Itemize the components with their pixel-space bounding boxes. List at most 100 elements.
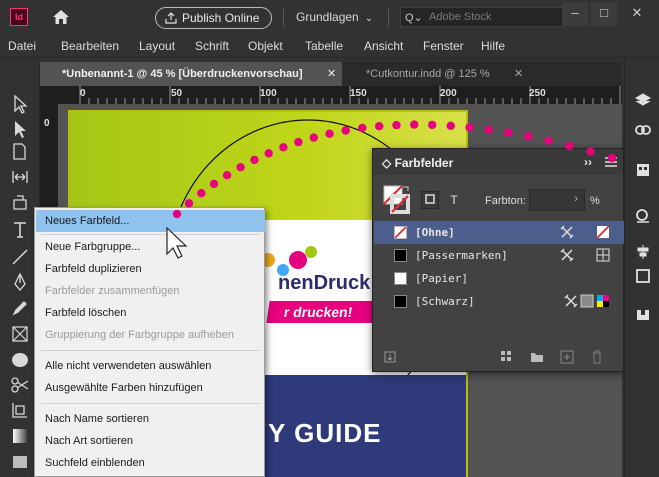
panel-menu-icon[interactable] bbox=[604, 155, 618, 169]
registration-mode-icon bbox=[596, 248, 610, 262]
frame-icon[interactable] bbox=[635, 268, 651, 284]
close-tab-icon[interactable]: ✕ bbox=[514, 62, 523, 86]
new-color-group-icon[interactable] bbox=[530, 350, 544, 364]
menu-datei[interactable]: Datei bbox=[8, 39, 36, 53]
menu-separator bbox=[41, 403, 260, 404]
panel-dock bbox=[624, 58, 659, 477]
non-editable-icon bbox=[564, 294, 578, 308]
format-text-button[interactable]: T bbox=[445, 191, 463, 209]
menu-item-merge-swatches: Farbfelder zusammenfügen bbox=[45, 285, 180, 297]
scissors-tool-icon[interactable] bbox=[10, 375, 30, 395]
collapse-panel-button[interactable]: ›› bbox=[584, 155, 592, 169]
delete-swatch-icon[interactable] bbox=[590, 350, 604, 364]
swatches-panel-header[interactable]: ◇ Farbfelder ›› bbox=[373, 149, 623, 175]
ruler-label: 0 bbox=[44, 118, 50, 129]
search-placeholder: Adobe Stock bbox=[429, 11, 492, 23]
panel-title-text: Farbfelder bbox=[394, 156, 454, 170]
ruler-label: 50 bbox=[171, 88, 183, 99]
links-icon[interactable] bbox=[635, 122, 651, 138]
ruler-label: 100 bbox=[260, 88, 277, 99]
swatch-row-black[interactable]: [Schwarz] bbox=[374, 290, 624, 313]
non-editable-icon bbox=[560, 248, 574, 262]
tab-label: *Unbenannt-1 @ 45 % [Überdruckenvorschau… bbox=[62, 68, 303, 80]
menu-ansicht[interactable]: Ansicht bbox=[364, 39, 403, 53]
view-swatches-icon[interactable] bbox=[500, 350, 514, 364]
menu-bearbeiten[interactable]: Bearbeiten bbox=[61, 39, 119, 53]
publish-online-button[interactable]: Publish Online bbox=[155, 7, 272, 29]
ruler-label: 250 bbox=[529, 88, 546, 99]
layers-icon[interactable] bbox=[635, 92, 651, 108]
menu-objekt[interactable]: Objekt bbox=[248, 39, 283, 53]
tab-unbenannt[interactable]: *Unbenannt-1 @ 45 % [Überdruckenvorschau… bbox=[40, 62, 342, 86]
selection-tool-icon[interactable] bbox=[10, 94, 30, 114]
ruler-label: 0 bbox=[80, 88, 86, 99]
close-window-button[interactable]: ✕ bbox=[624, 2, 650, 26]
minimize-button[interactable]: – bbox=[562, 2, 588, 26]
menu-item-select-unused[interactable]: Alle nicht verwendeten auswählen bbox=[36, 355, 265, 377]
tab-label: *Cutkontur.indd @ 125 % bbox=[366, 68, 490, 80]
tint-unit: % bbox=[590, 195, 600, 207]
ellipse-tool-icon[interactable] bbox=[10, 350, 30, 370]
pen-tool-icon[interactable] bbox=[10, 272, 30, 292]
horizontal-ruler[interactable]: 0 50 100 150 200 250 bbox=[40, 86, 622, 104]
menu-tabelle[interactable]: Tabelle bbox=[305, 39, 343, 53]
stroke-icon[interactable] bbox=[635, 208, 651, 224]
content-collector-icon[interactable] bbox=[10, 192, 30, 212]
none-color-mode-icon bbox=[596, 225, 610, 239]
import-swatches-icon[interactable] bbox=[383, 350, 397, 364]
menu-schrift[interactable]: Schrift bbox=[195, 39, 229, 53]
menu-hilfe[interactable]: Hilfe bbox=[481, 39, 505, 53]
menu-item-duplicate-swatch[interactable]: Farbfeld duplizieren bbox=[36, 258, 265, 280]
maximize-button[interactable]: □ bbox=[591, 2, 617, 26]
pencil-tool-icon[interactable] bbox=[10, 298, 30, 318]
gap-tool-icon[interactable] bbox=[10, 167, 30, 187]
search-icon: Q⌄ bbox=[405, 12, 423, 24]
menu-item-new-swatch[interactable]: Neues Farbfeld... bbox=[36, 210, 265, 232]
menu-item-sort-by-type[interactable]: Nach Art sortieren bbox=[36, 430, 265, 452]
menu-item-show-search-field[interactable]: Suchfeld einblenden bbox=[36, 452, 265, 474]
menu-fenster[interactable]: Fenster bbox=[423, 39, 464, 53]
close-tab-icon[interactable]: ✕ bbox=[327, 62, 336, 86]
menu-separator bbox=[41, 234, 260, 235]
workspace-switcher[interactable]: Grundlagen ⌄ bbox=[296, 10, 373, 24]
adobe-stock-search[interactable]: Q⌄ Adobe Stock bbox=[400, 7, 563, 27]
type-tool-icon[interactable] bbox=[10, 220, 30, 240]
format-container-button[interactable] bbox=[421, 191, 439, 209]
effects-icon[interactable] bbox=[635, 306, 651, 322]
document-tabs: *Unbenannt-1 @ 45 % [Überdruckenvorschau… bbox=[40, 62, 622, 86]
page-tool-icon[interactable] bbox=[10, 142, 30, 162]
new-swatch-icon[interactable] bbox=[560, 350, 574, 364]
pages-icon[interactable] bbox=[635, 162, 651, 178]
menu-item-new-color-group[interactable]: Neue Farbgruppe... bbox=[36, 236, 265, 258]
home-icon[interactable] bbox=[52, 8, 70, 26]
gradient-swatch-tool-icon[interactable] bbox=[10, 426, 30, 446]
swatch-name: [Papier] bbox=[415, 272, 468, 285]
swatches-context-menu: Neues Farbfeld... Neue Farbgruppe... Far… bbox=[34, 207, 265, 477]
menu-item-sort-by-name[interactable]: Nach Name sortieren bbox=[36, 408, 265, 430]
swatch-row-none[interactable]: [Ohne] bbox=[374, 221, 624, 244]
menu-item-delete-swatch[interactable]: Farbfeld löschen bbox=[36, 302, 265, 324]
ruler-label: 200 bbox=[440, 88, 457, 99]
rectangle-frame-tool-icon[interactable] bbox=[10, 324, 30, 344]
registration-swatch-chip bbox=[394, 249, 407, 262]
chevron-down-icon: ⌄ bbox=[364, 13, 374, 24]
direct-selection-tool-icon[interactable] bbox=[10, 119, 30, 139]
process-color-icon bbox=[580, 294, 594, 308]
tint-input[interactable]: › bbox=[529, 189, 585, 211]
chevron-right-icon[interactable]: › bbox=[574, 193, 578, 205]
workspace-label: Grundlagen bbox=[296, 10, 359, 24]
line-tool-icon[interactable] bbox=[10, 247, 30, 267]
menu-separator bbox=[41, 350, 260, 351]
swatch-row-registration[interactable]: [Passermarken] bbox=[374, 244, 624, 267]
swatch-row-paper[interactable]: [Papier] bbox=[374, 267, 624, 290]
fill-stroke-swatch-icon[interactable] bbox=[383, 185, 411, 215]
black-swatch-chip bbox=[394, 295, 407, 308]
swatch-name: [Schwarz] bbox=[415, 295, 475, 308]
align-icon[interactable] bbox=[635, 244, 651, 260]
ruler-label: 150 bbox=[350, 88, 367, 99]
menu-layout[interactable]: Layout bbox=[139, 39, 175, 53]
menu-item-add-selected-colors[interactable]: Ausgewählte Farben hinzufügen bbox=[36, 377, 265, 399]
free-transform-tool-icon[interactable] bbox=[10, 400, 30, 420]
note-tool-icon[interactable] bbox=[10, 452, 30, 472]
tint-label: Farbton: bbox=[485, 195, 526, 207]
